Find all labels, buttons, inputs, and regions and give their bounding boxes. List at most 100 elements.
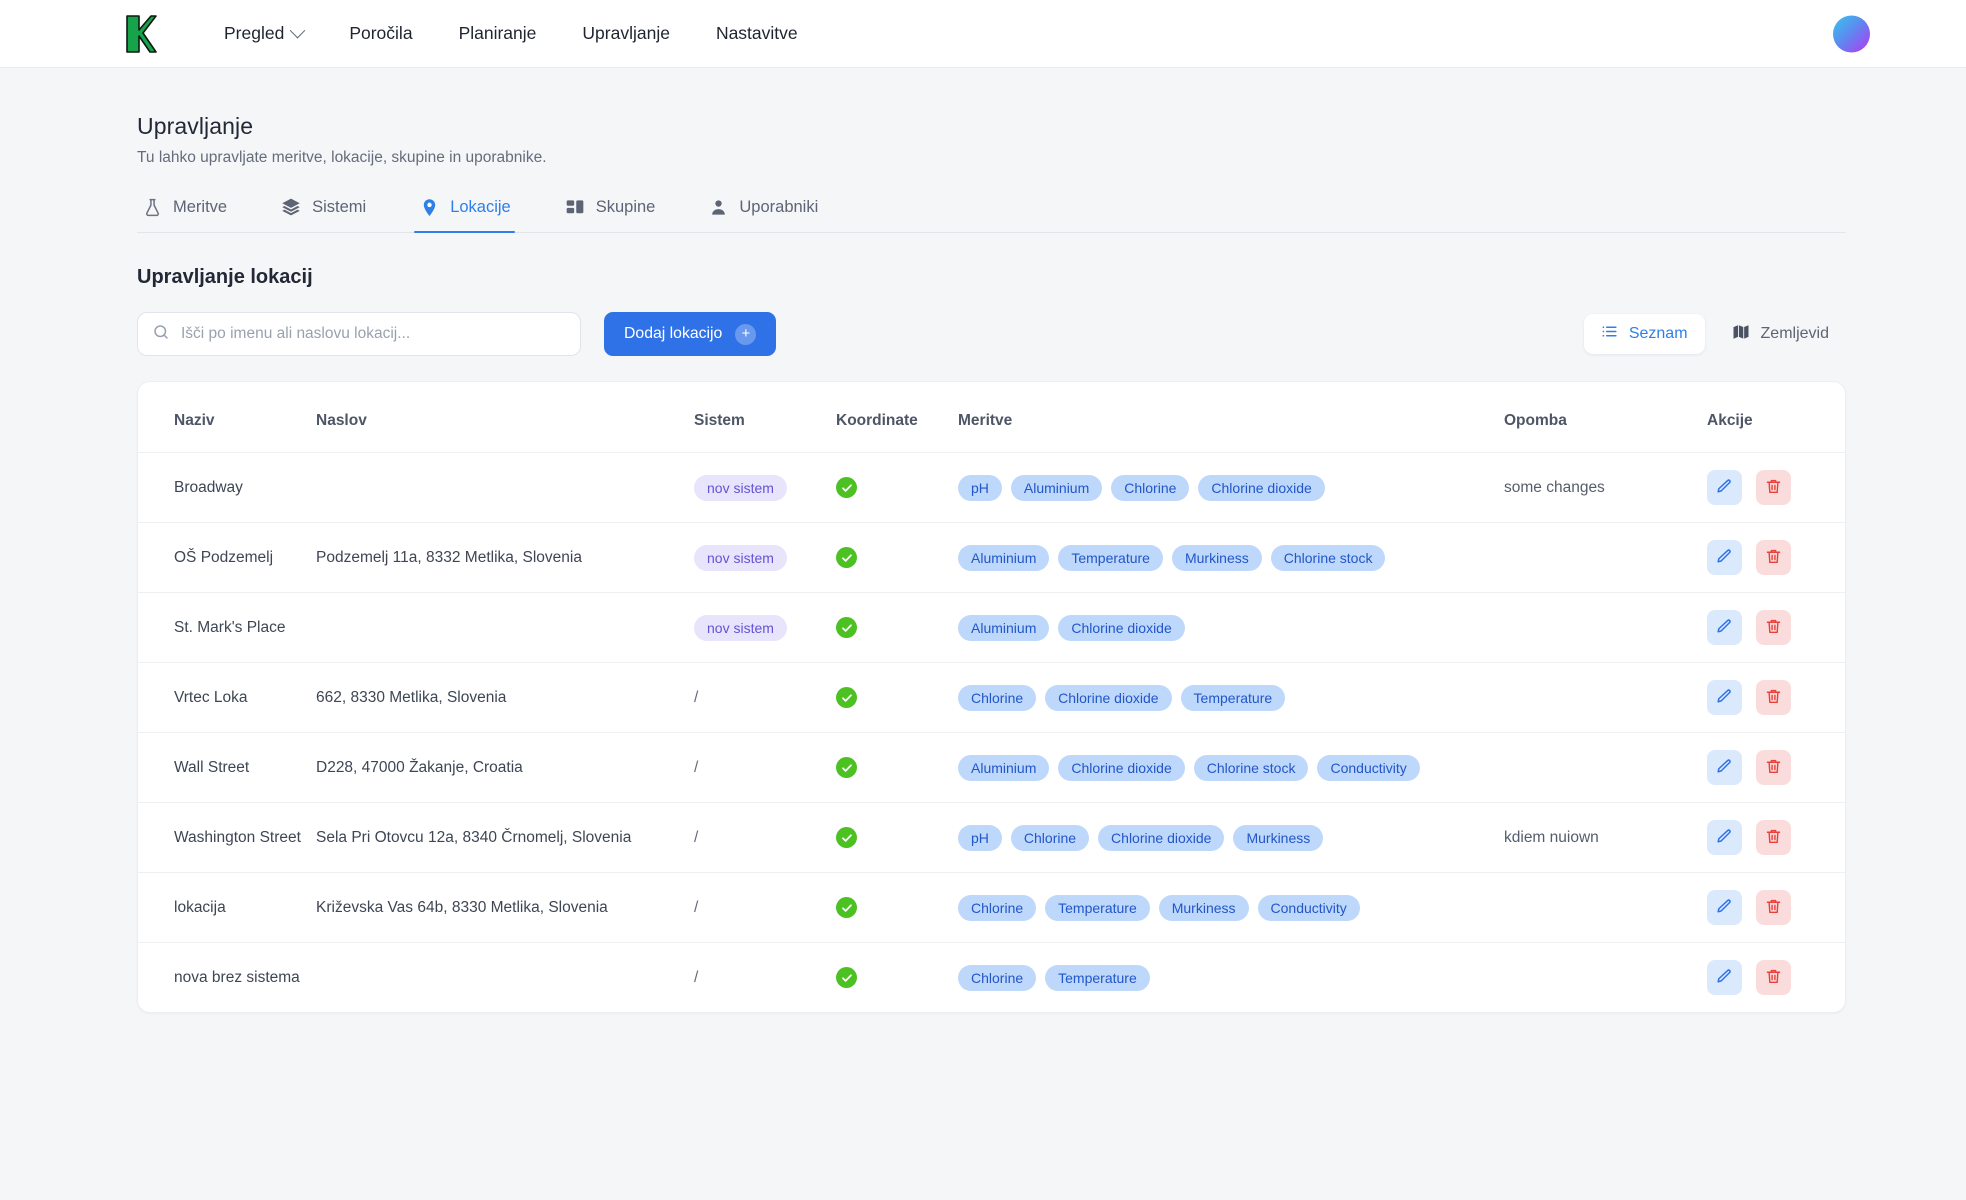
section-title: Upravljanje lokacij <box>137 266 313 288</box>
grid-icon <box>565 197 585 217</box>
nav-item-upravljanje[interactable]: Upravljanje <box>582 23 670 44</box>
table-row[interactable]: St. Mark's Place nov sistem Aluminium Chl… <box>138 592 1845 663</box>
delete-row-button[interactable] <box>1756 610 1791 645</box>
cell-koordinate <box>836 732 958 803</box>
measurement-tag: Chlorine dioxide <box>1058 614 1185 641</box>
delete-row-button[interactable] <box>1756 750 1791 785</box>
table-row[interactable]: lokacija Križevska Vas 64b, 8330 Metlika… <box>138 872 1845 943</box>
cell-meritve: pH Aluminium Chlorine Chlorine dioxide <box>958 452 1504 523</box>
search-box[interactable] <box>137 312 581 356</box>
tab-sistemi[interactable]: Sistemi <box>275 197 392 232</box>
column-header-koordinate: Koordinate <box>836 412 918 429</box>
table-row[interactable]: nova brez sistema / Chlorine Temperature <box>138 942 1845 1012</box>
measurement-tag: pH <box>958 474 1002 501</box>
edit-row-button[interactable] <box>1707 960 1742 995</box>
nav-item-pregled[interactable]: Pregled <box>224 22 306 44</box>
cell-sistem: / <box>694 942 836 1012</box>
delete-icon <box>1765 618 1782 638</box>
row-actions <box>1707 610 1845 645</box>
top-navigation-bar: Pregled Poročila Planiranje Upravljanje … <box>0 0 1966 68</box>
table-row[interactable]: Washington Street Sela Pri Otovcu 12a, 8… <box>138 802 1845 873</box>
edit-row-button[interactable] <box>1707 680 1742 715</box>
cell-naziv: Vrtec Loka <box>138 662 316 733</box>
measurement-tag: Conductivity <box>1257 894 1360 921</box>
view-toggle-list[interactable]: Seznam <box>1583 314 1705 354</box>
cell-koordinate <box>836 662 958 733</box>
check-icon <box>836 477 857 498</box>
check-icon <box>836 547 857 568</box>
cell-opomba <box>1504 662 1707 733</box>
tab-skupine[interactable]: Skupine <box>559 197 682 232</box>
row-actions <box>1707 890 1845 925</box>
nav-item-porocila[interactable]: Poročila <box>349 23 412 44</box>
table-row[interactable]: Wall Street D228, 47000 Žakanje, Croatia… <box>138 732 1845 803</box>
measurement-tag: Chlorine <box>958 964 1037 991</box>
edit-row-button[interactable] <box>1707 470 1742 505</box>
tab-label: Meritve <box>173 198 228 216</box>
add-location-button[interactable]: Dodaj lokacijo + <box>604 312 777 356</box>
tab-bar: Meritve Sistemi Lokacije Skupine Uporabn… <box>137 197 1846 233</box>
cell-akcije <box>1707 452 1845 523</box>
cell-naslov <box>316 452 694 523</box>
cell-sistem-none: / <box>694 828 699 846</box>
view-toggle-label: Seznam <box>1628 325 1688 342</box>
nav-item-planiranje[interactable]: Planiranje <box>459 23 537 44</box>
cell-naziv: Washington Street <box>138 802 316 873</box>
measurement-tag: pH <box>958 824 1002 851</box>
tab-lokacije[interactable]: Lokacije <box>414 198 537 233</box>
cell-naslov: Sela Pri Otovcu 12a, 8340 Črnomelj, Slov… <box>316 802 694 873</box>
cell-akcije <box>1707 802 1845 873</box>
measurement-tag: Murkiness <box>1233 824 1324 851</box>
cell-naslov: 662, 8330 Metlika, Slovenia <box>316 662 694 733</box>
measurement-tag-list: pH Aluminium Chlorine Chlorine dioxide <box>958 474 1504 501</box>
delete-row-button[interactable] <box>1756 470 1791 505</box>
nav-item-label: Nastavitve <box>715 23 798 43</box>
nav-item-nastavitve[interactable]: Nastavitve <box>716 23 798 44</box>
measurement-tag: Chlorine dioxide <box>1058 754 1185 781</box>
measurement-tag: Temperature <box>1045 894 1150 921</box>
row-actions <box>1707 750 1845 785</box>
edit-icon <box>1716 548 1733 568</box>
avatar[interactable] <box>1833 15 1870 52</box>
delete-row-button[interactable] <box>1756 960 1791 995</box>
delete-row-button[interactable] <box>1756 540 1791 575</box>
measurement-tag-list: Chlorine Temperature Murkiness Conductivity <box>958 894 1504 921</box>
edit-row-button[interactable] <box>1707 820 1742 855</box>
cell-sistem-none: / <box>694 758 699 776</box>
measurement-tag: Chlorine <box>958 894 1037 921</box>
row-actions <box>1707 960 1845 995</box>
delete-row-button[interactable] <box>1756 820 1791 855</box>
row-actions <box>1707 470 1845 505</box>
app-logo-icon[interactable] <box>120 12 160 56</box>
cell-meritve: Chlorine Temperature Murkiness Conductivity <box>958 872 1504 943</box>
measurement-tag-list: Chlorine Temperature <box>958 964 1504 991</box>
table-row[interactable]: Broadway nov sistem pH Aluminium Chlorine C… <box>138 452 1845 523</box>
tab-label: Sistemi <box>312 197 367 216</box>
plus-icon: + <box>735 323 757 345</box>
delete-row-button[interactable] <box>1756 680 1791 715</box>
edit-row-button[interactable] <box>1707 750 1742 785</box>
tab-meritve[interactable]: Meritve <box>137 198 253 232</box>
edit-row-button[interactable] <box>1707 540 1742 575</box>
search-input[interactable] <box>181 325 566 343</box>
measurement-tag-list: Aluminium Chlorine dioxide <box>958 614 1504 641</box>
user-icon <box>709 198 728 217</box>
table-row[interactable]: OŠ Podzemelj Podzemelj 11a, 8332 Metlika… <box>138 522 1845 593</box>
measurement-tag-list: Aluminium Chlorine dioxide Chlorine stock C… <box>958 754 1504 781</box>
tab-label: Skupine <box>595 197 656 216</box>
table-row[interactable]: Vrtec Loka 662, 8330 Metlika, Slovenia /… <box>138 662 1845 733</box>
delete-row-button[interactable] <box>1756 890 1791 925</box>
measurement-tag: Aluminium <box>1010 474 1103 501</box>
tab-uporabniki[interactable]: Uporabniki <box>703 198 844 232</box>
edit-row-button[interactable] <box>1707 890 1742 925</box>
measurement-tag-list: Chlorine Chlorine dioxide Temperature <box>958 684 1504 711</box>
cell-sistem: nov sistem <box>694 522 836 593</box>
check-icon <box>836 757 857 778</box>
map-pin-icon <box>420 198 439 217</box>
view-toggle-map[interactable]: Zemljevid <box>1715 314 1846 355</box>
layers-icon <box>281 197 301 217</box>
toolbar: Dodaj lokacijo + Seznam <box>137 312 1846 356</box>
cell-sistem: / <box>694 872 836 943</box>
cell-koordinate <box>836 872 958 943</box>
edit-row-button[interactable] <box>1707 610 1742 645</box>
